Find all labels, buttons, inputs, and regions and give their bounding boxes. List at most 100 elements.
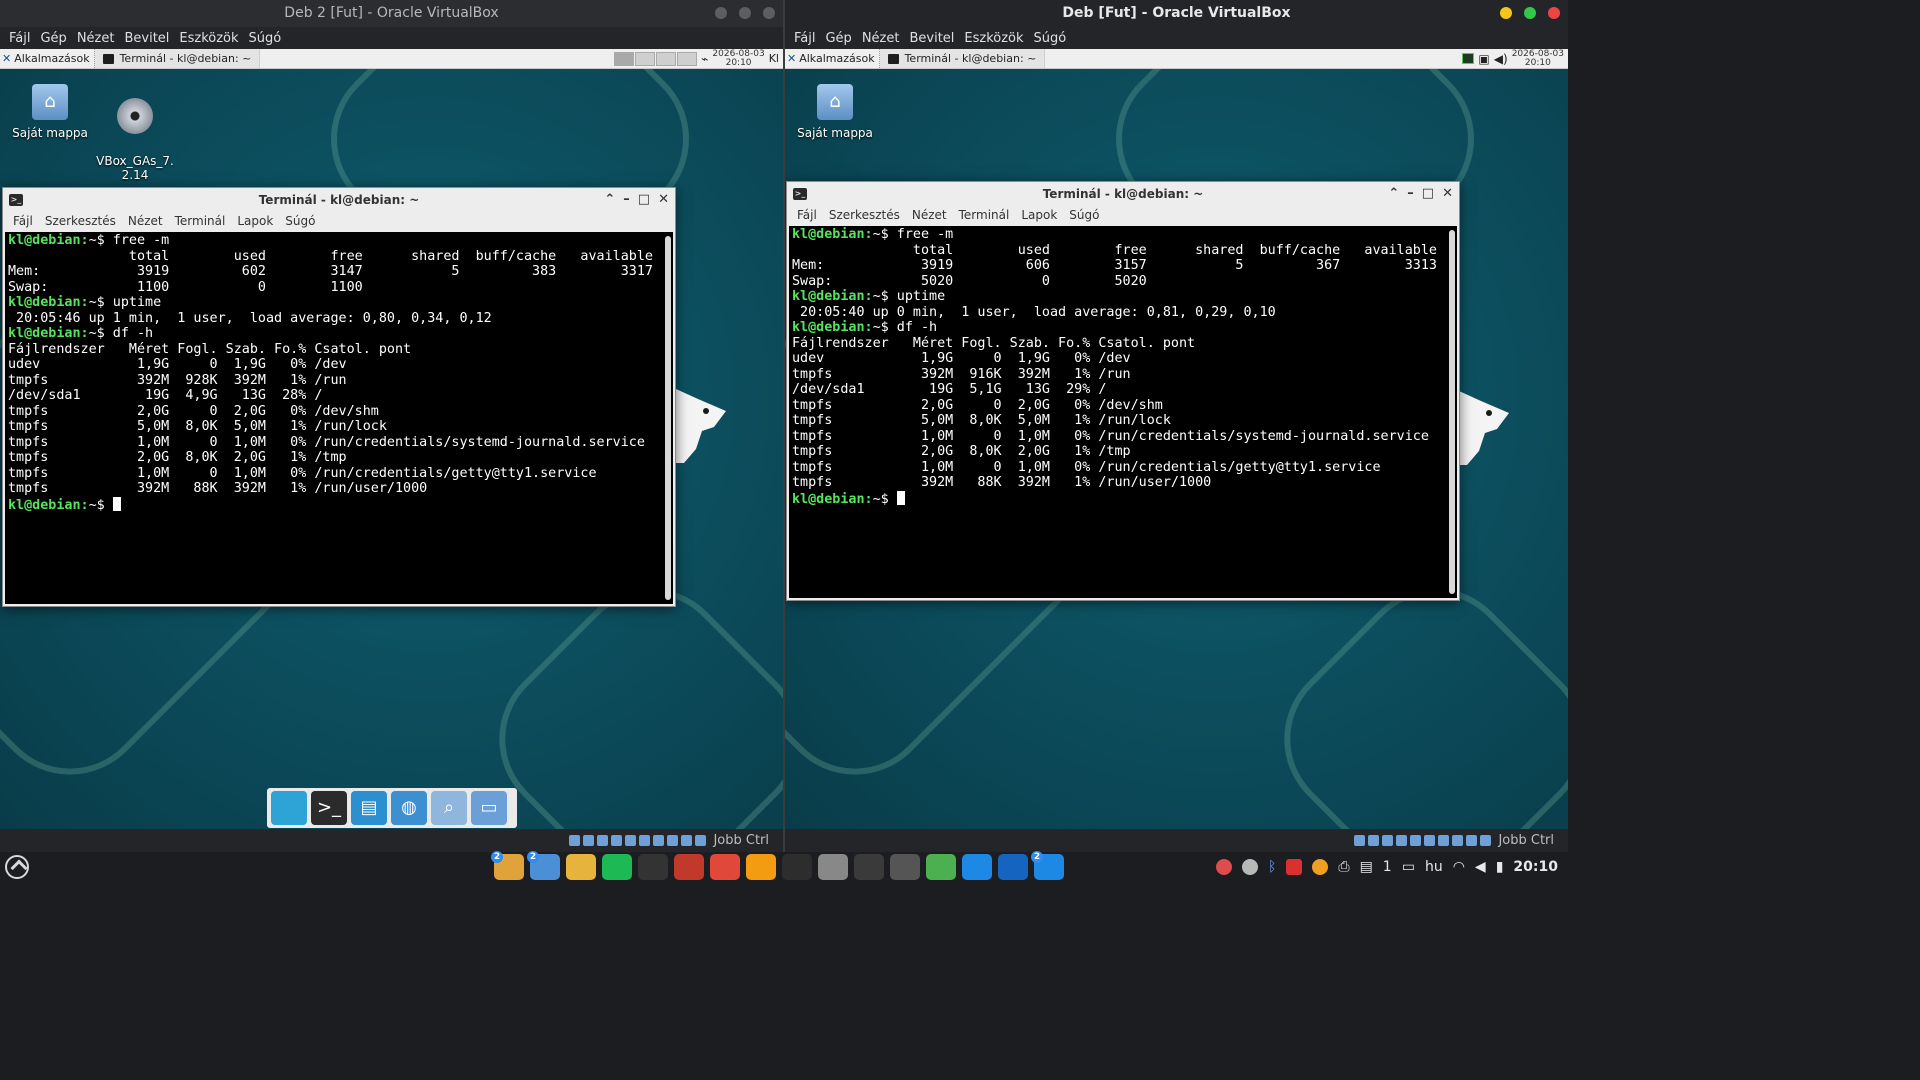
menu-machine[interactable]: Gép bbox=[35, 31, 71, 46]
keyboard-language[interactable]: hu bbox=[1425, 859, 1443, 875]
toolbox-icon[interactable] bbox=[710, 854, 740, 880]
recording-status-icon[interactable] bbox=[1452, 835, 1464, 846]
shared-folder-status-icon[interactable] bbox=[1424, 835, 1436, 846]
virtualbox-icon[interactable]: 2 bbox=[1031, 851, 1064, 880]
workspace-4[interactable] bbox=[677, 51, 698, 66]
chevron-up-icon[interactable]: ⌃ bbox=[604, 192, 615, 207]
usb-status-icon[interactable] bbox=[1410, 835, 1422, 846]
shared-folder-status-icon[interactable] bbox=[639, 835, 651, 846]
presentation-icon[interactable] bbox=[674, 854, 704, 880]
monitor-icon[interactable] bbox=[962, 854, 992, 880]
menu-view[interactable]: Nézet bbox=[72, 31, 120, 46]
mail-icon[interactable]: 2 bbox=[491, 851, 524, 880]
chevron-up-icon[interactable]: ⌃ bbox=[1388, 186, 1399, 201]
workspace-3[interactable] bbox=[656, 51, 677, 66]
notification-count[interactable]: 1 bbox=[1383, 859, 1392, 875]
terminal-titlebar[interactable]: >_ Terminál - kl@debian: ~ ⌃ – □ ✕ bbox=[787, 182, 1459, 205]
terminal-scrollbar[interactable] bbox=[665, 236, 671, 600]
audio-status-icon[interactable] bbox=[1382, 835, 1394, 846]
terminal-titlebar[interactable]: >_ Terminál - kl@debian: ~ ⌃ – □ ✕ bbox=[3, 188, 675, 211]
term-menu-edit[interactable]: Szerkesztés bbox=[39, 214, 122, 228]
terminal-icon[interactable]: >_ bbox=[311, 791, 347, 825]
guest-desktop[interactable]: ✕ Alkalmazások Terminál - kl@debian: ~ ⌁… bbox=[0, 49, 783, 829]
close-button[interactable] bbox=[1548, 7, 1560, 19]
close-button[interactable] bbox=[763, 7, 775, 19]
menu-help[interactable]: Súgó bbox=[244, 31, 287, 46]
terminal-output[interactable]: kl@debian:~$ free -m total used free sha… bbox=[5, 232, 673, 604]
term-menu-help[interactable]: Súgó bbox=[1063, 208, 1105, 222]
network-status-icon[interactable] bbox=[611, 835, 623, 846]
panel-clock[interactable]: 2026-08-03 20:10 bbox=[712, 49, 764, 68]
mouse-status-icon[interactable] bbox=[1480, 835, 1492, 846]
desktop-icon-home[interactable]: Saját mappa bbox=[10, 84, 90, 140]
term-menu-edit[interactable]: Szerkesztés bbox=[823, 208, 906, 222]
menu-view[interactable]: Nézet bbox=[857, 31, 905, 46]
hdd-status-icon[interactable] bbox=[569, 835, 581, 846]
files-icon[interactable] bbox=[566, 854, 596, 880]
timer-icon[interactable] bbox=[638, 854, 668, 880]
bluetooth-icon[interactable] bbox=[998, 854, 1028, 880]
term-menu-terminal[interactable]: Terminál bbox=[953, 208, 1016, 222]
maximize-button[interactable]: □ bbox=[1422, 186, 1434, 201]
applications-menu[interactable]: ✕ Alkalmazások bbox=[0, 49, 95, 68]
optical-status-icon[interactable] bbox=[1368, 835, 1380, 846]
display-status-icon[interactable] bbox=[653, 835, 665, 846]
close-button[interactable]: ✕ bbox=[1442, 186, 1453, 201]
menu-tools[interactable]: Eszközök bbox=[959, 31, 1028, 46]
spotify-icon[interactable] bbox=[602, 854, 632, 880]
battery-icon[interactable]: ▮ bbox=[1496, 859, 1504, 875]
workspace-2[interactable] bbox=[635, 51, 656, 66]
menu-machine[interactable]: Gép bbox=[820, 31, 856, 46]
minimize-button[interactable] bbox=[715, 7, 727, 19]
web-browser-icon[interactable]: ◍ bbox=[391, 791, 427, 825]
term-menu-tabs[interactable]: Lapok bbox=[231, 214, 279, 228]
maximize-button[interactable]: □ bbox=[638, 192, 650, 207]
folder-icon[interactable]: ▭ bbox=[471, 791, 507, 825]
vbox-titlebar[interactable]: Deb 2 [Fut] - Oracle VirtualBox bbox=[0, 0, 783, 27]
file-manager-icon[interactable]: ▤ bbox=[351, 791, 387, 825]
keyboard-layout[interactable]: Kl bbox=[769, 52, 779, 65]
terminal-window[interactable]: >_ Terminál - kl@debian: ~ ⌃ – □ ✕ Fájl … bbox=[786, 181, 1460, 601]
display-status-icon[interactable] bbox=[1438, 835, 1450, 846]
hdd-status-icon[interactable] bbox=[1354, 835, 1366, 846]
minimize-button[interactable] bbox=[1500, 7, 1512, 19]
desktop-icon-home[interactable]: Saját mappa bbox=[795, 84, 875, 140]
workspace-1[interactable] bbox=[614, 51, 635, 66]
layers-icon[interactable] bbox=[926, 854, 956, 880]
usb-status-icon[interactable] bbox=[625, 835, 637, 846]
optical-status-icon[interactable] bbox=[583, 835, 595, 846]
desktop-icon[interactable] bbox=[271, 791, 307, 825]
menu-tools[interactable]: Eszközök bbox=[174, 31, 243, 46]
menu-help[interactable]: Súgó bbox=[1029, 31, 1072, 46]
taskbar-window-terminal[interactable]: Terminál - kl@debian: ~ bbox=[94, 49, 261, 68]
taskbar-window-terminal[interactable]: Terminál - kl@debian: ~ bbox=[879, 49, 1046, 68]
term-menu-file[interactable]: Fájl bbox=[791, 208, 823, 222]
tray-clock[interactable]: 20:10 bbox=[1513, 859, 1558, 875]
vbox-titlebar[interactable]: Deb [Fut] - Oracle VirtualBox bbox=[785, 0, 1568, 27]
chat-icon[interactable]: 2 bbox=[527, 851, 560, 880]
menu-input[interactable]: Bevitel bbox=[904, 31, 959, 46]
terminal-output[interactable]: kl@debian:~$ free -m total used free sha… bbox=[789, 226, 1457, 598]
davinci-icon[interactable] bbox=[854, 854, 884, 880]
terminal-scrollbar[interactable] bbox=[1449, 230, 1455, 594]
display-icon[interactable]: ▣ bbox=[1478, 52, 1489, 66]
record-icon[interactable] bbox=[1215, 859, 1232, 875]
menu-file[interactable]: Fájl bbox=[4, 31, 35, 46]
bluetooth-tray-icon[interactable]: ᛒ bbox=[1268, 859, 1276, 875]
printer-icon[interactable]: ⎙ bbox=[1338, 859, 1349, 875]
term-menu-terminal[interactable]: Terminál bbox=[169, 214, 232, 228]
menu-file[interactable]: Fájl bbox=[789, 31, 820, 46]
workspace-switcher[interactable] bbox=[614, 51, 698, 66]
minimize-button[interactable]: – bbox=[1407, 186, 1414, 201]
terminal-icon[interactable] bbox=[782, 854, 812, 880]
maximize-button[interactable] bbox=[739, 7, 751, 19]
sync-icon[interactable] bbox=[746, 854, 776, 880]
minimize-button[interactable]: – bbox=[623, 192, 630, 207]
panel-clock[interactable]: 2026-08-03 20:10 bbox=[1512, 49, 1564, 68]
terminal-window[interactable]: >_ Terminál - kl@debian: ~ ⌃ – □ ✕ Fájl … bbox=[2, 187, 676, 607]
search-icon[interactable]: ⌕ bbox=[431, 791, 467, 825]
wifi-icon[interactable]: ◠ bbox=[1453, 859, 1465, 875]
network-icon[interactable]: ⌁ bbox=[701, 52, 708, 66]
cpu-status-icon[interactable] bbox=[681, 835, 693, 846]
term-menu-tabs[interactable]: Lapok bbox=[1015, 208, 1063, 222]
